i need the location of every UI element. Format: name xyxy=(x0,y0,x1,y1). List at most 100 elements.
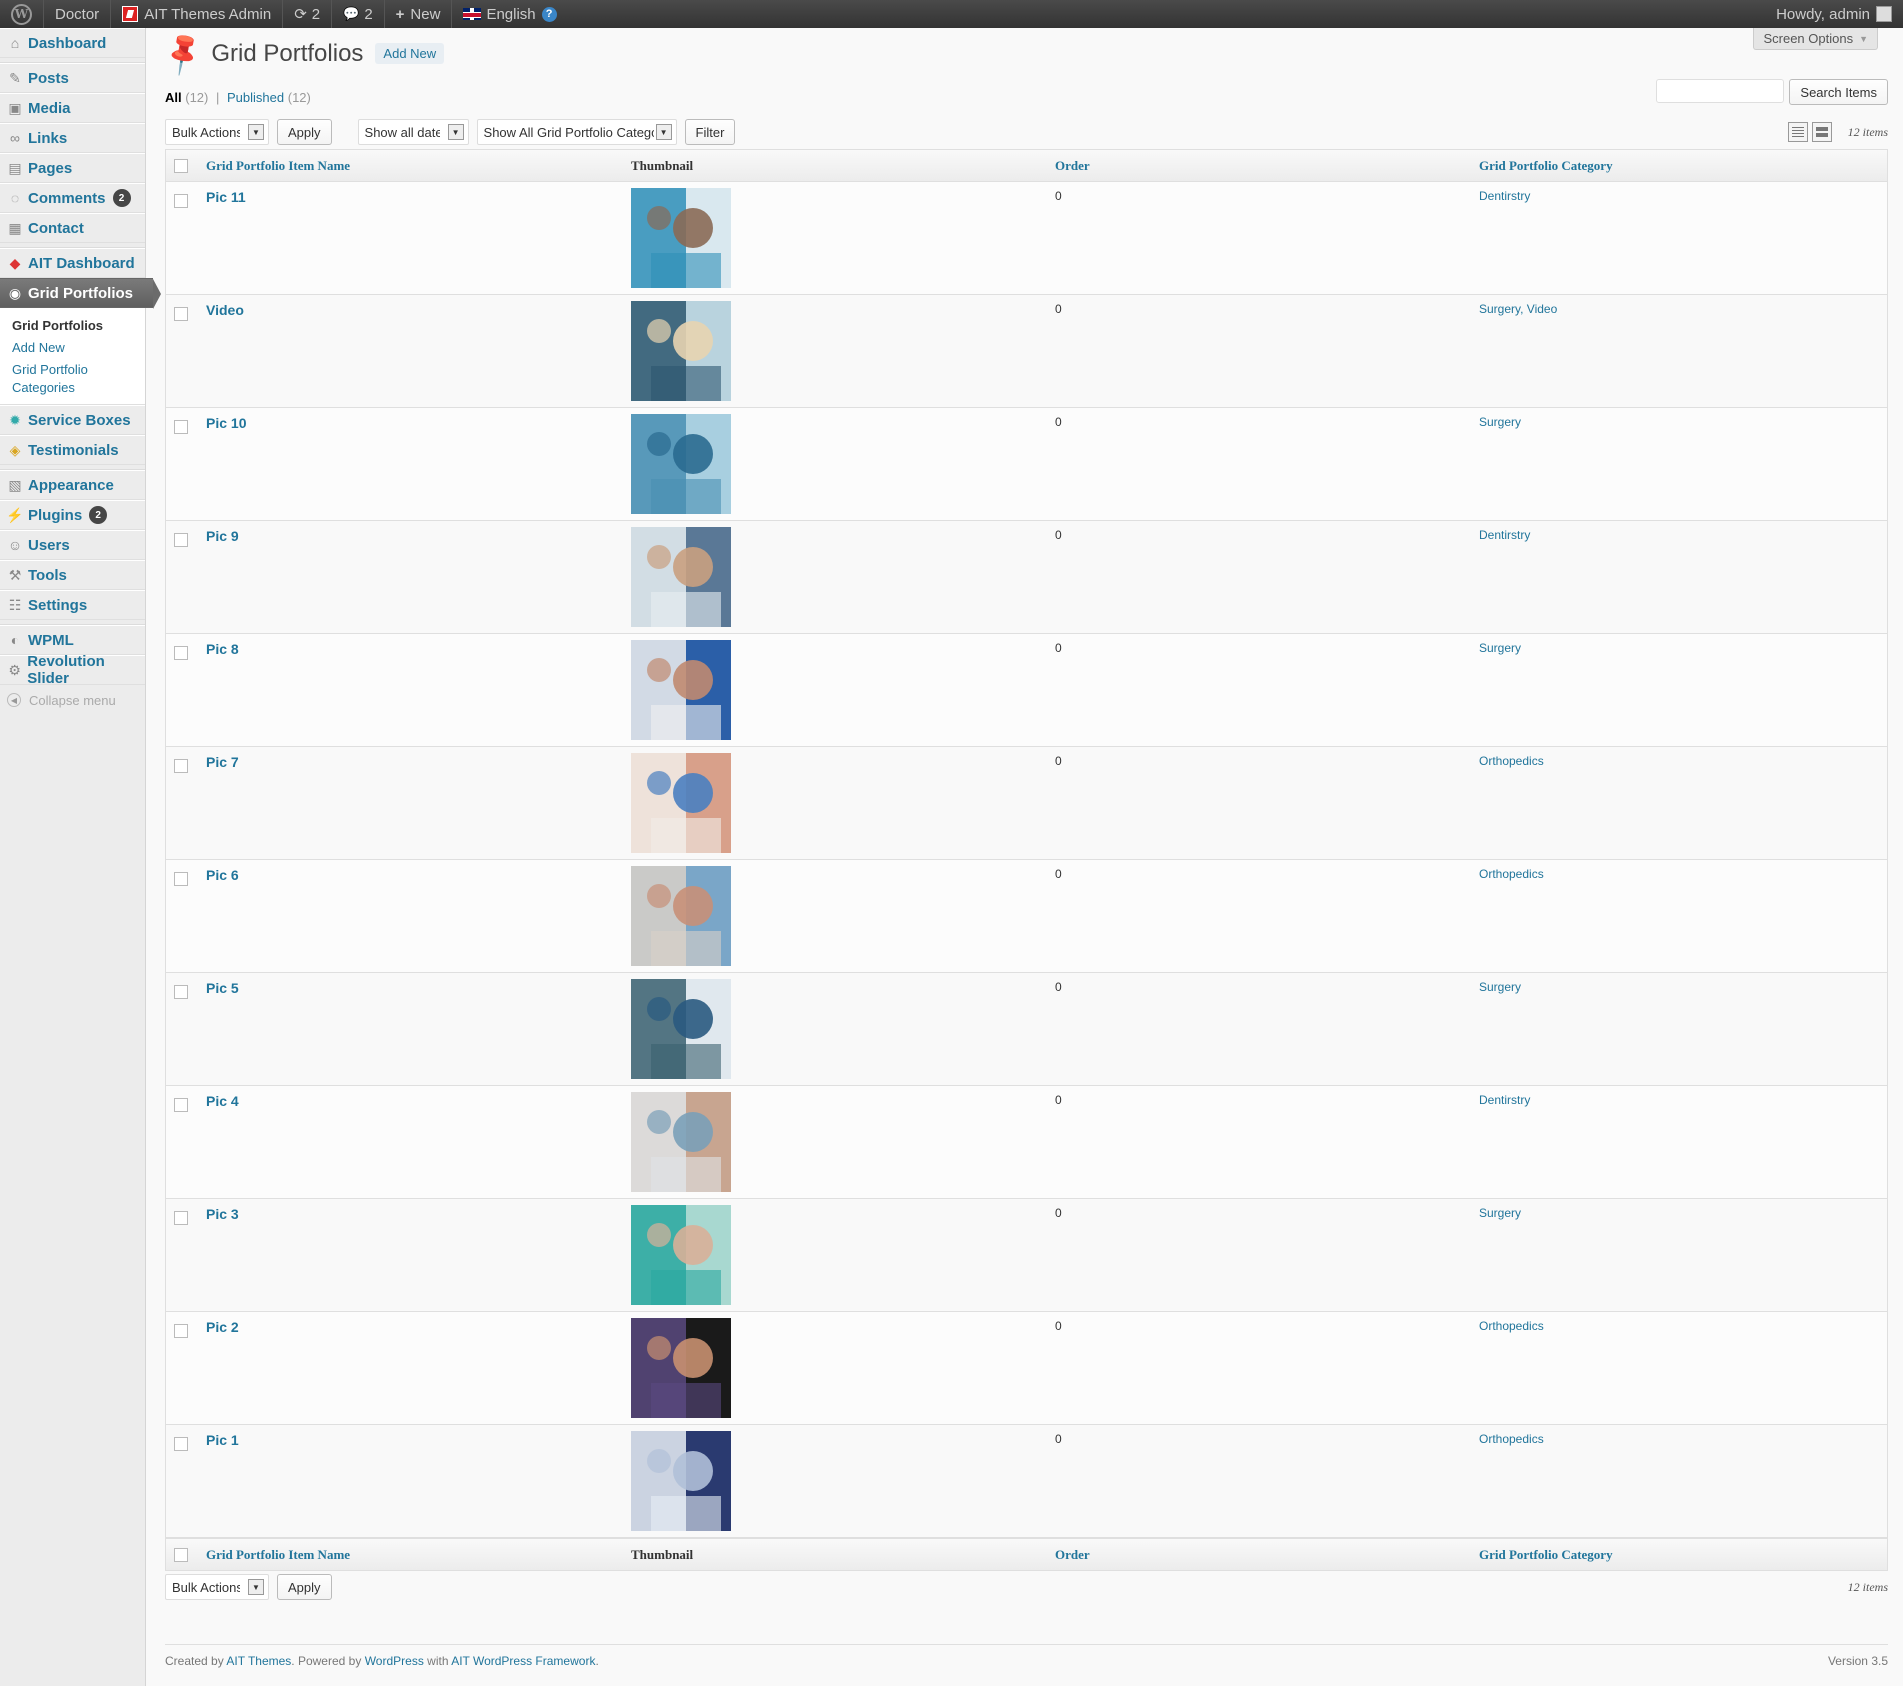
my-account-menu[interactable]: Howdy, admin xyxy=(1765,0,1903,28)
menu-settings[interactable]: ☷ Settings xyxy=(0,590,145,620)
comments-link[interactable]: 💬 2 xyxy=(332,0,385,28)
screen-options-button[interactable]: Screen Options ▼ xyxy=(1753,28,1878,50)
language-switcher[interactable]: English ? xyxy=(452,0,567,28)
search-input[interactable] xyxy=(1656,79,1785,103)
row-category-link[interactable]: Surgery xyxy=(1479,641,1521,655)
filter-button[interactable]: Filter xyxy=(684,119,736,145)
new-content-menu[interactable]: + New xyxy=(385,0,453,28)
menu-links[interactable]: ∞ Links xyxy=(0,123,145,153)
row-checkbox[interactable] xyxy=(174,1211,188,1225)
row-title-link[interactable]: Pic 7 xyxy=(206,754,239,770)
menu-comments[interactable]: ◌ Comments 2 xyxy=(0,183,145,213)
dates-select[interactable]: Show all dates ▼ xyxy=(357,119,469,145)
thumbnail-image[interactable] xyxy=(631,188,731,288)
thumbnail-image[interactable] xyxy=(631,1205,731,1305)
menu-ait-dashboard[interactable]: ◆ AIT Dashboard xyxy=(0,248,145,278)
row-category-link[interactable]: Dentirstry xyxy=(1479,528,1530,542)
row-checkbox[interactable] xyxy=(174,194,188,208)
row-category-link[interactable]: Surgery xyxy=(1479,415,1521,429)
bulk-actions-select-bottom[interactable]: Bulk Actions ▼ xyxy=(165,1574,269,1600)
footer-framework-link[interactable]: AIT WordPress Framework xyxy=(451,1654,595,1668)
list-view-icon[interactable] xyxy=(1787,122,1808,142)
thumbnail-image[interactable] xyxy=(631,414,731,514)
row-title-link[interactable]: Pic 10 xyxy=(206,415,246,431)
collapse-menu-button[interactable]: ◀ Collapse menu xyxy=(0,685,145,715)
thumbnail-image[interactable] xyxy=(631,866,731,966)
select-all-checkbox[interactable] xyxy=(174,1547,188,1562)
menu-posts[interactable]: ✎ Posts xyxy=(0,63,145,93)
bulk-actions-select[interactable]: Bulk Actions ▼ xyxy=(165,119,269,145)
site-name-link[interactable]: Doctor xyxy=(44,0,112,28)
select-all-checkbox[interactable] xyxy=(174,158,188,173)
row-title-link[interactable]: Pic 3 xyxy=(206,1206,239,1222)
row-category-link[interactable]: Orthopedics xyxy=(1479,754,1544,768)
row-checkbox[interactable] xyxy=(174,872,188,886)
row-title-link[interactable]: Pic 6 xyxy=(206,867,239,883)
thumbnail-image[interactable] xyxy=(631,1092,731,1192)
menu-pages[interactable]: ▤ Pages xyxy=(0,153,145,183)
menu-users[interactable]: ☺ Users xyxy=(0,530,145,560)
updates-link[interactable]: ⟳ 2 xyxy=(283,0,333,28)
row-title-link[interactable]: Pic 5 xyxy=(206,980,239,996)
row-checkbox[interactable] xyxy=(174,533,188,547)
add-new-button[interactable]: Add New xyxy=(375,43,445,64)
submenu-categories[interactable]: Grid Portfolio Categories xyxy=(12,359,102,399)
submenu-add-new[interactable]: Add New xyxy=(12,337,145,359)
footer-ait-themes-link[interactable]: AIT Themes xyxy=(226,1654,291,1668)
row-category-link[interactable]: Surgery xyxy=(1479,1206,1521,1220)
filter-published-link[interactable]: Published xyxy=(227,90,284,105)
menu-appearance[interactable]: ▧ Appearance xyxy=(0,470,145,500)
row-checkbox[interactable] xyxy=(174,985,188,999)
thumbnail-image[interactable] xyxy=(631,301,731,401)
column-footer-order[interactable]: Order xyxy=(1047,1538,1471,1570)
apply-button-bottom[interactable]: Apply xyxy=(277,1574,332,1600)
menu-dashboard[interactable]: ⌂ Dashboard xyxy=(0,28,145,58)
row-category-link[interactable]: Surgery, Video xyxy=(1479,302,1557,316)
submenu-grid-portfolios[interactable]: Grid Portfolios xyxy=(12,315,145,337)
row-category-link[interactable]: Orthopedics xyxy=(1479,867,1544,881)
thumbnail-image[interactable] xyxy=(631,527,731,627)
menu-media[interactable]: ▣ Media xyxy=(0,93,145,123)
footer-wordpress-link[interactable]: WordPress xyxy=(365,1654,424,1668)
row-title-link[interactable]: Pic 8 xyxy=(206,641,239,657)
menu-tools[interactable]: ⚒ Tools xyxy=(0,560,145,590)
row-checkbox[interactable] xyxy=(174,1437,188,1451)
row-title-link[interactable]: Pic 2 xyxy=(206,1319,239,1335)
row-title-link[interactable]: Pic 1 xyxy=(206,1432,239,1448)
search-items-button[interactable]: Search Items xyxy=(1789,79,1888,105)
column-header-order[interactable]: Order xyxy=(1047,150,1471,182)
ait-themes-admin-link[interactable]: AIT Themes Admin xyxy=(111,0,284,28)
row-title-link[interactable]: Video xyxy=(206,302,244,318)
menu-plugins[interactable]: ⚡ Plugins 2 xyxy=(0,500,145,530)
row-title-link[interactable]: Pic 11 xyxy=(206,189,246,205)
apply-button[interactable]: Apply xyxy=(277,119,332,145)
excerpt-view-icon[interactable] xyxy=(1811,122,1832,142)
column-footer-name[interactable]: Grid Portfolio Item Name xyxy=(198,1538,623,1570)
row-category-link[interactable]: Surgery xyxy=(1479,980,1521,994)
thumbnail-image[interactable] xyxy=(631,1431,731,1531)
row-category-link[interactable]: Dentirstry xyxy=(1479,189,1530,203)
row-checkbox[interactable] xyxy=(174,420,188,434)
row-checkbox[interactable] xyxy=(174,759,188,773)
row-checkbox[interactable] xyxy=(174,1098,188,1112)
column-footer-category[interactable]: Grid Portfolio Category xyxy=(1471,1538,1887,1570)
thumbnail-image[interactable] xyxy=(631,753,731,853)
row-category-link[interactable]: Orthopedics xyxy=(1479,1319,1544,1333)
row-checkbox[interactable] xyxy=(174,1324,188,1338)
row-checkbox[interactable] xyxy=(174,307,188,321)
menu-revolution-slider[interactable]: ⚙ Revolution Slider xyxy=(0,653,145,687)
thumbnail-image[interactable] xyxy=(631,1318,731,1418)
row-category-link[interactable]: Dentirstry xyxy=(1479,1093,1530,1107)
menu-wpml[interactable]: ◐ WPML xyxy=(0,625,145,655)
filter-all-link[interactable]: All xyxy=(165,90,182,105)
help-icon[interactable]: ? xyxy=(541,6,557,22)
menu-testimonials[interactable]: ◈ Testimonials xyxy=(0,435,145,465)
categories-select[interactable]: Show All Grid Portfolio Categories ▼ xyxy=(476,119,677,145)
row-title-link[interactable]: Pic 4 xyxy=(206,1093,239,1109)
thumbnail-image[interactable] xyxy=(631,640,731,740)
menu-grid-portfolios[interactable]: ◉ Grid Portfolios xyxy=(0,278,161,309)
column-header-name[interactable]: Grid Portfolio Item Name xyxy=(198,150,623,182)
row-checkbox[interactable] xyxy=(174,646,188,660)
column-header-category[interactable]: Grid Portfolio Category xyxy=(1471,150,1887,182)
menu-contact[interactable]: ▦ Contact xyxy=(0,213,145,243)
